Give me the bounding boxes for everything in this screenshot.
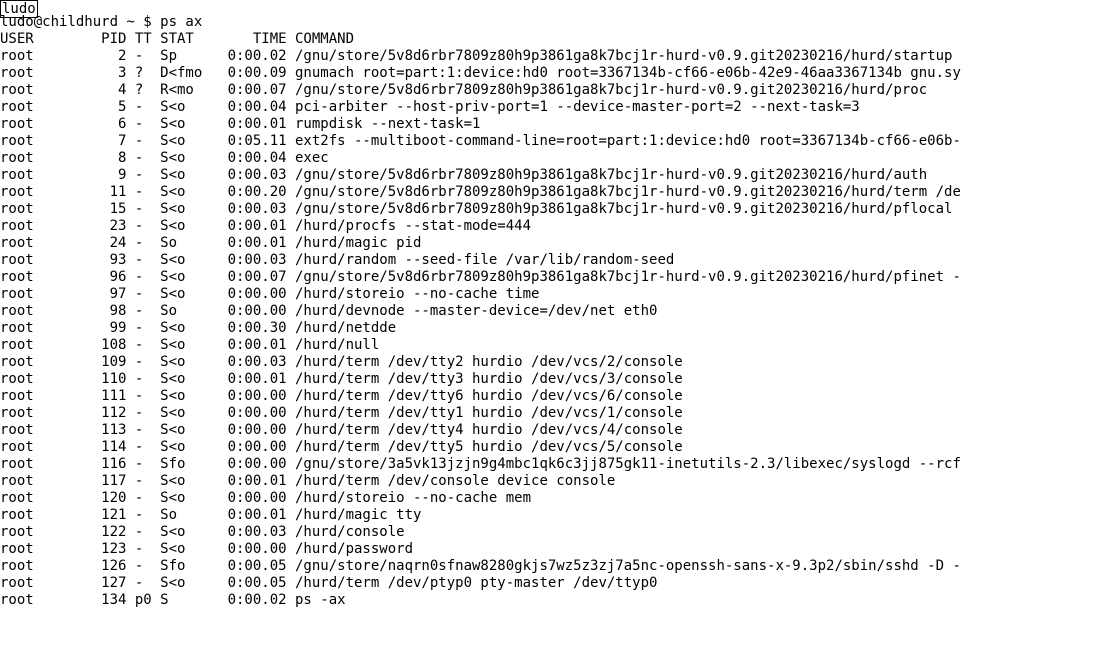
terminal-output[interactable]: ludo@childhurd ~ $ ps ax USER PID TT STA… [0,14,961,609]
